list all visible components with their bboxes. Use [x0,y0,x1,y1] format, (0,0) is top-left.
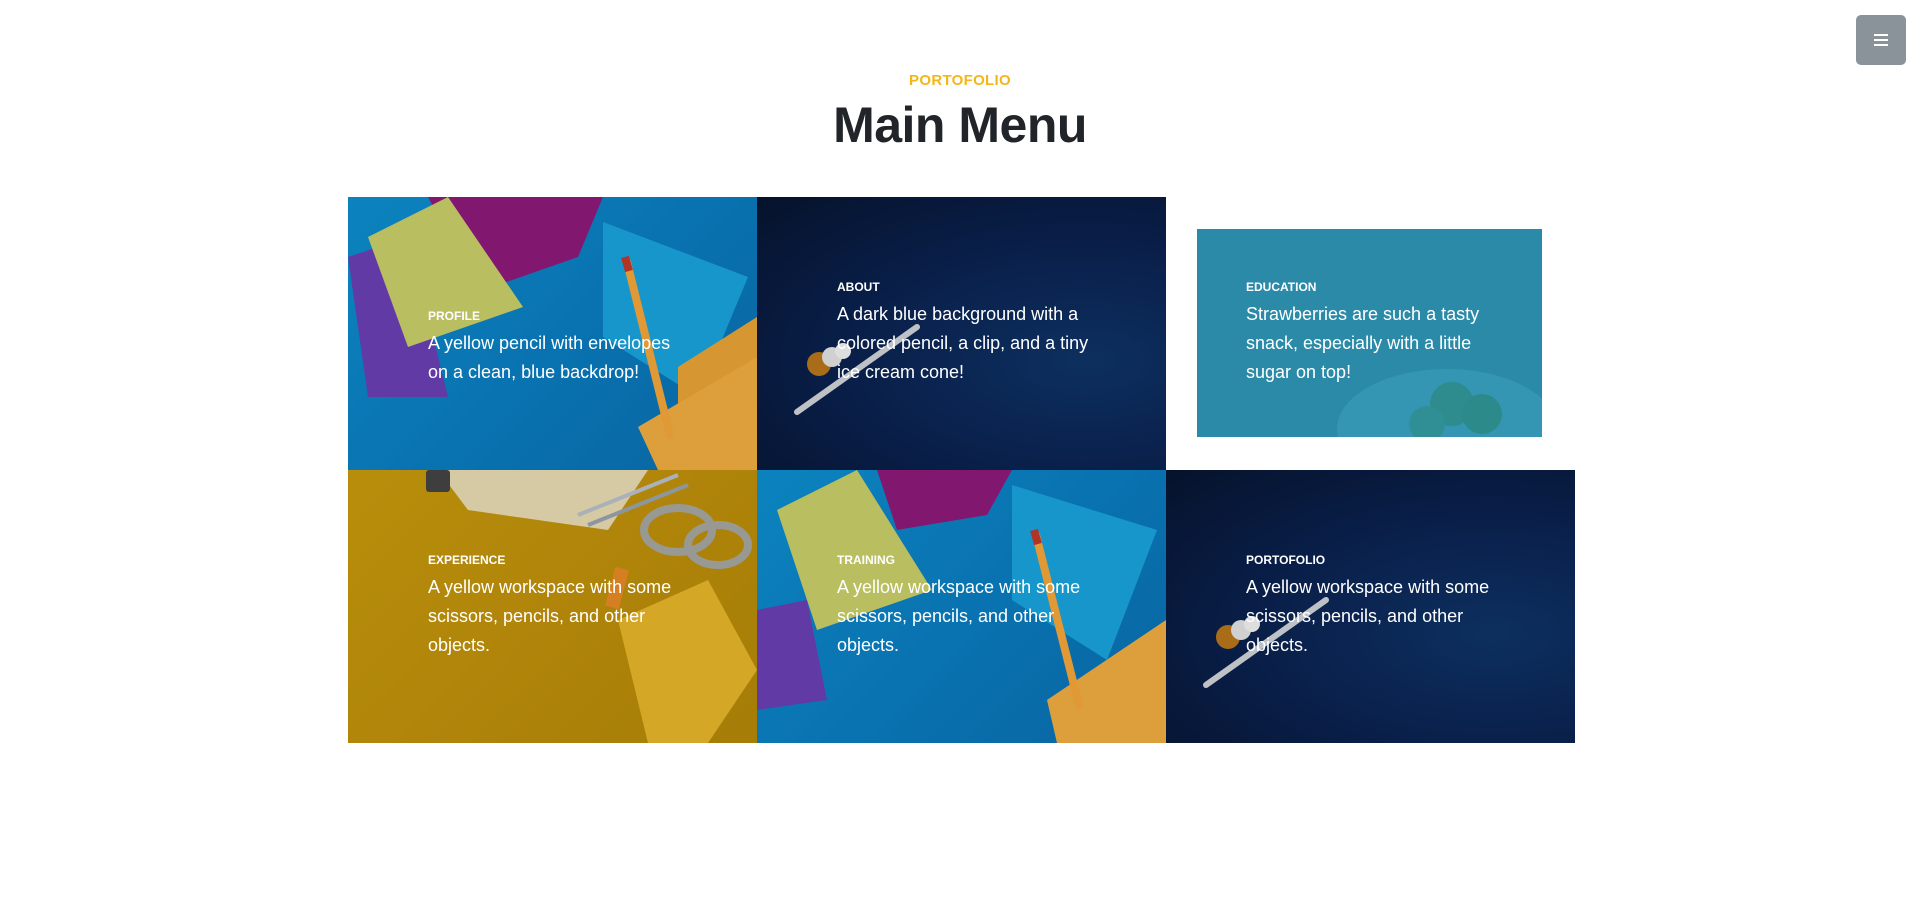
tile-text: A yellow workspace with some scissors, p… [428,577,672,655]
tile-text: A yellow workspace with some scissors, p… [837,577,1081,655]
portfolio-item-experience[interactable]: EXPERIENCE A yellow workspace with some … [348,470,757,743]
section-heading: PORTOFOLIO Main Menu [0,70,1920,158]
tile-caption: EXPERIENCE A yellow workspace with some … [428,551,688,660]
tile-text: Strawberries are such a tasty snack, esp… [1246,304,1480,382]
tile-caption: TRAINING A yellow workspace with some sc… [837,551,1097,660]
tile-title: TRAINING [837,553,895,567]
portfolio-item-about[interactable]: ABOUT A dark blue background with a colo… [757,197,1166,470]
tile-title: PORTOFOLIO [1246,553,1326,567]
tile-text: A yellow pencil with envelopes on a clea… [428,333,671,382]
tile-title: PROFILE [428,309,481,323]
tile-caption: PROFILE A yellow pencil with envelopes o… [428,307,688,387]
page-title: Main Menu [833,97,1087,153]
portfolio-item-portofolio[interactable]: PORTOFOLIO A yellow workspace with some … [1166,470,1575,743]
menu-toggle-button[interactable] [1856,15,1906,65]
tile-caption: PORTOFOLIO A yellow workspace with some … [1246,551,1506,660]
portfolio-item-training[interactable]: TRAINING A yellow workspace with some sc… [757,470,1166,743]
tile-text: A yellow workspace with some scissors, p… [1246,577,1490,655]
section-subheading: PORTOFOLIO [909,72,1011,89]
tile-caption: ABOUT A dark blue background with a colo… [837,278,1097,387]
portfolio-item-profile[interactable]: PROFILE A yellow pencil with envelopes o… [348,197,757,470]
tile-text: A dark blue background with a colored pe… [837,304,1089,382]
hamburger-icon [1874,39,1888,41]
portfolio-item-education[interactable]: EDUCATION Strawberries are such a tasty … [1166,197,1575,470]
tile-title: EXPERIENCE [428,553,506,567]
tile-caption: EDUCATION Strawberries are such a tasty … [1246,278,1506,387]
tile-title: ABOUT [837,280,880,294]
tile-title: EDUCATION [1246,280,1317,294]
